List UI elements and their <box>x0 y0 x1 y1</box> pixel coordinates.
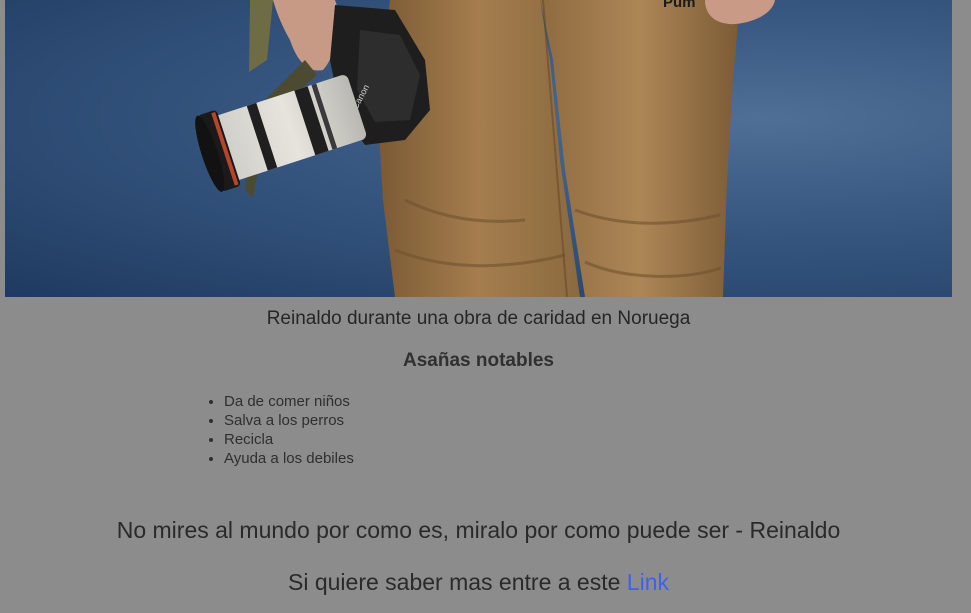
achievements-heading: Asañas notables <box>403 350 554 371</box>
more-info-link[interactable]: Link <box>627 569 669 595</box>
reinaldo-quote: No mires al mundo por como es, miralo po… <box>116 517 841 543</box>
more-info-line: Si quiere saber mas entre a este Link <box>0 569 957 596</box>
list-item: Salva a los perros <box>224 411 354 430</box>
list-item: Da de comer niños <box>224 392 354 411</box>
page: Pum Canon Reinaldo durante una obra de c… <box>0 0 971 613</box>
achievements-list: Da de comer niños Salva a los perros Rec… <box>184 392 354 468</box>
photo-caption: Reinaldo durante una obra de caridad en … <box>266 308 691 329</box>
photo-reinaldo-with-camera: Pum Canon <box>5 0 952 297</box>
list-item: Recicla <box>224 430 354 449</box>
photo-illustration: Pum Canon <box>195 0 775 297</box>
more-info-text: Si quiere saber mas entre a este <box>288 569 627 595</box>
brand-logo-text: Pum <box>663 0 696 11</box>
list-item: Ayuda a los debiles <box>224 449 354 468</box>
